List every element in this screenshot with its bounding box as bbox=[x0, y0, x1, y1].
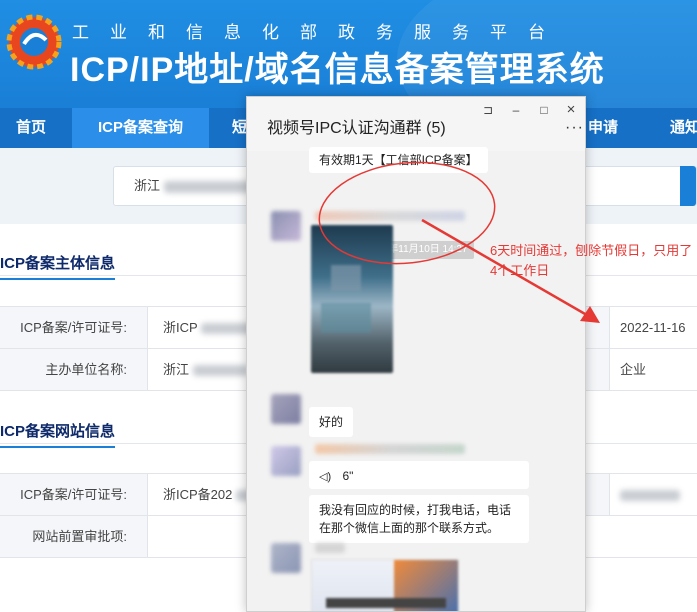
avatar[interactable] bbox=[271, 543, 301, 573]
redacted-text bbox=[192, 365, 248, 377]
field-label: ICP备案/许可证号: bbox=[0, 307, 148, 348]
field-value bbox=[148, 516, 163, 557]
field-label: 网站前置审批项: bbox=[0, 516, 148, 557]
search-button[interactable] bbox=[680, 166, 696, 206]
message-bubble[interactable]: 我没有回应的时候，打我电话，电话在那个微信上面的那个联系方式。 bbox=[309, 495, 529, 543]
message-text: 好的 bbox=[319, 415, 344, 429]
pin-icon[interactable]: ⊐ bbox=[477, 100, 499, 120]
header-subtitle: 工业和信息化部政务服务平台 bbox=[72, 23, 566, 42]
maximize-icon[interactable]: □ bbox=[533, 100, 555, 120]
organizer-name: 浙江 bbox=[163, 362, 190, 377]
section-title-subject: ICP备案主体信息 bbox=[0, 252, 116, 280]
field-label: ICP备案/许可证号: bbox=[0, 474, 148, 515]
sender-name-redacted bbox=[315, 211, 465, 221]
field-label: 主办单位名称: bbox=[0, 349, 148, 390]
header-title: ICP/IP地址/域名信息备案管理系统 bbox=[70, 51, 605, 89]
field-value-right bbox=[620, 474, 680, 515]
nav-notice[interactable]: 通知 bbox=[670, 108, 697, 148]
field-value: 浙ICP bbox=[148, 307, 257, 348]
more-icon[interactable]: ··· bbox=[565, 119, 584, 137]
image-message[interactable] bbox=[311, 559, 459, 611]
redacted-text bbox=[620, 490, 680, 502]
voice-duration: 6" bbox=[342, 469, 354, 483]
miit-logo-icon bbox=[6, 14, 62, 70]
approval-date: 2022-11-16 bbox=[620, 320, 686, 335]
chat-window: 视频号IPC认证沟通群 (5) ⊐ – □ × ··· 有效期1天【工信部ICP… bbox=[246, 96, 586, 612]
nav-item-partial[interactable]: 短 bbox=[232, 108, 247, 148]
annotation-text: 6天时间通过，刨除节假日，只用了4个工作日 bbox=[490, 243, 693, 278]
redacted-text bbox=[163, 180, 254, 193]
message-text: 有效期1天【工信部ICP备案】 bbox=[319, 153, 478, 167]
avatar[interactable] bbox=[271, 211, 301, 241]
image-message[interactable] bbox=[311, 225, 393, 373]
chat-titlebar: 视频号IPC认证沟通群 (5) ⊐ – □ × ··· bbox=[247, 97, 585, 151]
message-text: 我没有回应的时候，打我电话，电话在那个微信上面的那个联系方式。 bbox=[319, 503, 512, 535]
minimize-icon[interactable]: – bbox=[505, 100, 527, 120]
field-value: 浙江 bbox=[148, 349, 248, 390]
sender-name-redacted bbox=[315, 444, 465, 454]
nav-home[interactable]: 首页 bbox=[16, 108, 46, 148]
avatar[interactable] bbox=[271, 394, 301, 424]
message-bubble[interactable]: 有效期1天【工信部ICP备案】 bbox=[309, 147, 488, 173]
section-title-website: ICP备案网站信息 bbox=[0, 420, 116, 448]
organizer-type: 企业 bbox=[620, 362, 647, 377]
search-value: 浙江 bbox=[134, 178, 161, 193]
license-number: 浙ICP bbox=[163, 320, 198, 335]
message-bubble[interactable]: 好的 bbox=[309, 407, 354, 437]
nav-icp-query[interactable]: ICP备案查询 bbox=[72, 108, 209, 148]
sender-name-redacted bbox=[315, 543, 345, 553]
close-icon[interactable]: × bbox=[560, 100, 582, 120]
site-license-number: 浙ICP备202 bbox=[163, 487, 233, 502]
chat-message-list[interactable]: 有效期1天【工信部ICP备案】 2022年11月10日 14:27 好的 ◁) … bbox=[247, 147, 585, 611]
nav-apply[interactable]: 申请 bbox=[588, 108, 618, 148]
voice-icon: ◁) bbox=[319, 471, 332, 483]
avatar[interactable] bbox=[271, 446, 301, 476]
chat-title: 视频号IPC认证沟通群 (5) bbox=[267, 120, 446, 137]
voice-message[interactable]: ◁) 6" bbox=[309, 461, 529, 489]
site-header: 工业和信息化部政务服务平台 ICP/IP地址/域名信息备案管理系统 bbox=[0, 0, 697, 108]
